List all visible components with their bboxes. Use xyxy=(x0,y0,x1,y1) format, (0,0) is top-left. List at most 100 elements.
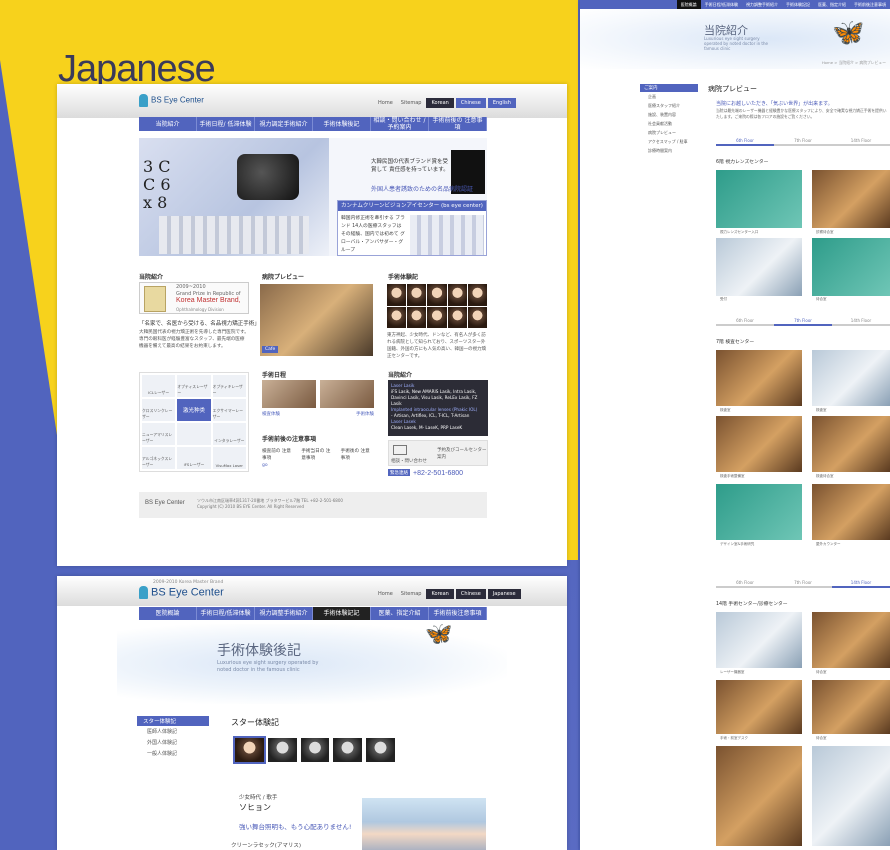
nav-item-schedule[interactable]: 手術日程/ 低滞体験 xyxy=(197,117,255,131)
laser-item[interactable]: インタラレーザー xyxy=(212,423,246,445)
nav-item-reviews[interactable]: 手術体験記記 xyxy=(313,607,371,620)
nav-item-consult[interactable]: 医薬、指定介紹 xyxy=(371,607,429,620)
photo-14f[interactable] xyxy=(812,746,890,846)
face-thumbnail[interactable] xyxy=(467,306,487,328)
nav-item-notes[interactable]: 手術前後注意事項 xyxy=(850,0,890,9)
phone-number[interactable]: 緊急連絡 +82-2-501-6800 xyxy=(388,469,463,477)
lang-chinese[interactable]: Chinese xyxy=(455,589,486,599)
note-surgery-day[interactable]: 手術当日の 注意事項 xyxy=(301,448,334,462)
star-thumbnail[interactable] xyxy=(300,738,330,762)
face-thumbnail[interactable] xyxy=(387,306,407,328)
tab-14th-floor[interactable]: 14th Floor xyxy=(832,318,890,326)
nav-item-notes[interactable]: 手術前後の 注意事項 xyxy=(429,117,487,131)
nav-item-reviews[interactable]: 手術体験後記 xyxy=(313,117,371,131)
photo-7f[interactable] xyxy=(716,416,802,472)
laser-item[interactable]: アルゴネックスレーザー xyxy=(142,447,176,469)
side-nav-doctor[interactable]: 医師人体験記 xyxy=(137,726,209,737)
star-thumbnail[interactable] xyxy=(333,738,363,762)
surgery-experience-link[interactable]: 手術体験 xyxy=(356,411,374,417)
nav-item-reviews[interactable]: 手術体験記記 xyxy=(782,0,814,9)
photo-14f[interactable] xyxy=(716,612,802,668)
note-before-exam[interactable]: 検査前の 注意事項 xyxy=(262,448,295,462)
tab-14th-floor[interactable]: 14th Floor xyxy=(832,580,890,588)
laser-item[interactable]: オプティキレーザー xyxy=(212,375,246,397)
surgery-type-list[interactable]: Laser Lasik iFS Lasik, New AMARIS Lasik,… xyxy=(388,380,488,436)
photo-7f[interactable] xyxy=(812,484,890,540)
laser-highlight[interactable]: 激光种类 xyxy=(177,399,211,421)
face-thumbnail[interactable] xyxy=(447,306,467,328)
side-nav-item[interactable]: 施設、装置内容 xyxy=(640,110,698,119)
photo-6f[interactable] xyxy=(716,238,802,296)
side-nav-item[interactable]: 診療時間案内 xyxy=(640,146,698,155)
side-nav-foreign[interactable]: 外国人体験記 xyxy=(137,737,209,748)
lang-chinese[interactable]: Chinese xyxy=(455,98,486,108)
tab-7th-floor[interactable]: 7th Floor xyxy=(774,318,832,326)
face-thumbnail[interactable] xyxy=(427,284,447,306)
star-thumbnail[interactable] xyxy=(267,738,297,762)
logo[interactable]: BS Eye Center xyxy=(139,94,204,107)
nav-item-schedule[interactable]: 手術日程/低滞体験 xyxy=(197,607,255,620)
face-thumbnail[interactable] xyxy=(407,306,427,328)
laser-item[interactable]: VisuMax Laser xyxy=(212,447,246,469)
face-thumbnail[interactable] xyxy=(427,306,447,328)
side-nav-star[interactable]: スター体験記 xyxy=(137,716,209,726)
photo-6f[interactable] xyxy=(812,238,890,296)
notes-go[interactable]: go xyxy=(262,463,268,468)
nav-item-notes[interactable]: 手術前後注意事項 xyxy=(429,607,487,620)
side-nav-general[interactable]: 一般人体験記 xyxy=(137,748,209,759)
surgery-photo[interactable] xyxy=(320,380,374,408)
laser-item[interactable] xyxy=(177,423,211,445)
photo-7f[interactable] xyxy=(716,484,802,540)
tab-7th-floor[interactable]: 7th Floor xyxy=(774,580,832,588)
side-nav-item[interactable]: アクセスマップ / 駐車 xyxy=(640,137,698,146)
laser-item[interactable]: ニューアマリスレーザー xyxy=(142,423,176,445)
nav-item-about[interactable]: 当院紹介 xyxy=(139,117,197,131)
star-thumbnail-selected[interactable] xyxy=(233,736,266,764)
tab-6th-floor[interactable]: 6th Floor xyxy=(716,138,774,146)
lang-korean[interactable]: Korean xyxy=(426,589,454,599)
exam-experience-link[interactable]: 検査体験 xyxy=(262,411,280,417)
home-link[interactable]: Home xyxy=(375,591,396,597)
face-thumbnail[interactable] xyxy=(467,284,487,306)
photo-14f[interactable] xyxy=(812,680,890,734)
nav-item-consult[interactable]: 相談・問い合わせ /予約案内 xyxy=(371,117,429,131)
sitemap-link[interactable]: Sitemap xyxy=(398,591,425,597)
laser-item[interactable]: iFSレーザー xyxy=(177,447,211,469)
nav-item-schedule[interactable]: 手術日程/低滞体験 xyxy=(701,0,742,9)
side-nav-item[interactable]: 医療スタッフ紹介 xyxy=(640,101,698,110)
nav-item-surgery[interactable]: 視力調定手術紹介 xyxy=(255,117,313,131)
exam-photo[interactable] xyxy=(262,380,316,408)
note-after-surgery[interactable]: 手術後の 注意事項 xyxy=(341,448,374,462)
tab-6th-floor[interactable]: 6th Floor xyxy=(716,580,774,588)
nav-item-about[interactable]: 医院概論 xyxy=(139,607,197,620)
side-nav-item[interactable]: 社会貢献活動 xyxy=(640,119,698,128)
nav-item-consult[interactable]: 医薬、指定介紹 xyxy=(814,0,850,9)
contact-box[interactable]: 相談・問い合わせ 予約及びコールセンター案内 xyxy=(388,440,488,466)
photo-7f[interactable] xyxy=(716,350,802,406)
side-nav-head[interactable]: ご案内 xyxy=(640,84,698,92)
laser-item[interactable]: オプティスレーザー xyxy=(177,375,211,397)
lang-english[interactable]: English xyxy=(487,98,516,108)
tab-14th-floor[interactable]: 14th Floor xyxy=(832,138,890,146)
nav-item-about[interactable]: 医院概論 xyxy=(676,0,701,9)
logo[interactable]: BS Eye Center xyxy=(139,586,224,599)
lang-japanese[interactable]: Japanese xyxy=(487,589,521,599)
celebrity-faces[interactable] xyxy=(387,284,487,328)
photo-14f[interactable] xyxy=(812,612,890,668)
tab-6th-floor[interactable]: 6th Floor xyxy=(716,318,774,326)
photo-14f[interactable] xyxy=(716,680,802,734)
nav-item-surgery[interactable]: 視力調整手術紹介 xyxy=(255,607,313,620)
face-thumbnail[interactable] xyxy=(447,284,467,306)
laser-item[interactable]: クロスリンクレーザー xyxy=(142,399,176,421)
laser-item[interactable]: ICLレーザー xyxy=(142,375,176,397)
photo-6f[interactable] xyxy=(812,170,890,228)
nav-item-surgery[interactable]: 視力調整手術紹介 xyxy=(742,0,782,9)
lang-korean[interactable]: Korean xyxy=(426,98,454,108)
sitemap-link[interactable]: Sitemap xyxy=(398,100,425,106)
star-thumbnail[interactable] xyxy=(366,738,395,762)
laser-item[interactable]: エクサイマーレーザー xyxy=(212,399,246,421)
award-badge[interactable]: 2009~2010 Grand Prize in Republic of Kor… xyxy=(139,282,249,314)
side-nav-item[interactable]: 病院プレビュー xyxy=(640,128,698,137)
home-link[interactable]: Home xyxy=(375,100,396,106)
photo-14f[interactable] xyxy=(716,746,802,846)
